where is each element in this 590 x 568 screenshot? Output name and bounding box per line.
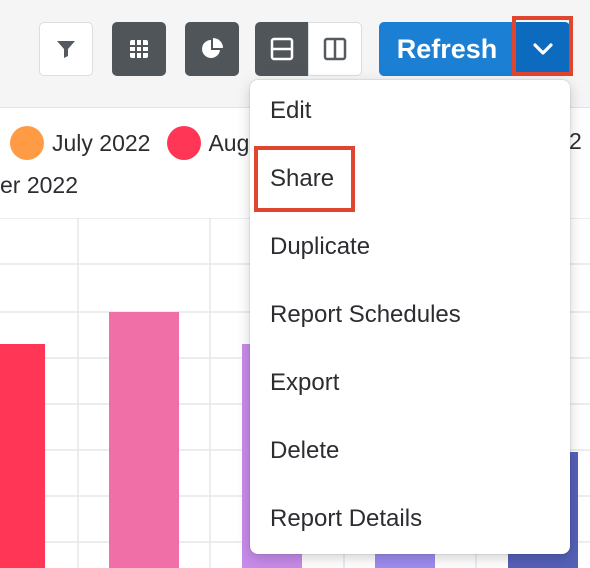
table-view-button[interactable] <box>112 22 166 76</box>
chart-bar-2 <box>109 312 179 568</box>
menu-item-report-schedules[interactable]: Report Schedules <box>270 298 461 332</box>
stacked-layout-button[interactable] <box>255 22 309 76</box>
legend-swatch-aug <box>167 126 202 160</box>
highlight-share-item <box>254 146 355 212</box>
chart-view-button[interactable] <box>185 22 239 76</box>
legend-label-july: July 2022 <box>52 129 151 156</box>
legend-row-2: er 2022 <box>0 172 79 198</box>
menu-item-delete[interactable]: Delete <box>270 434 339 468</box>
menu-item-duplicate[interactable]: Duplicate <box>270 230 370 264</box>
chart-bar-1 <box>0 344 45 568</box>
legend-swatch-july <box>10 126 44 160</box>
menu-item-report-details[interactable]: Report Details <box>270 502 422 536</box>
legend-fragment-right: 2 <box>569 128 582 154</box>
side-by-side-layout-button[interactable] <box>308 22 362 76</box>
grid-icon <box>130 40 148 58</box>
legend-label-aug: Aug <box>208 129 250 156</box>
menu-item-edit[interactable]: Edit <box>270 94 311 128</box>
menu-item-export[interactable]: Export <box>270 366 339 400</box>
legend-row-1: July 2022 Aug <box>10 126 249 160</box>
highlight-dropdown-toggle <box>512 16 573 76</box>
rows-layout-icon <box>270 37 294 61</box>
filter-icon <box>57 41 75 58</box>
columns-layout-icon <box>323 37 347 61</box>
filter-button[interactable] <box>39 22 93 76</box>
pie-chart-icon <box>202 38 223 58</box>
refresh-button[interactable]: Refresh <box>379 22 515 76</box>
